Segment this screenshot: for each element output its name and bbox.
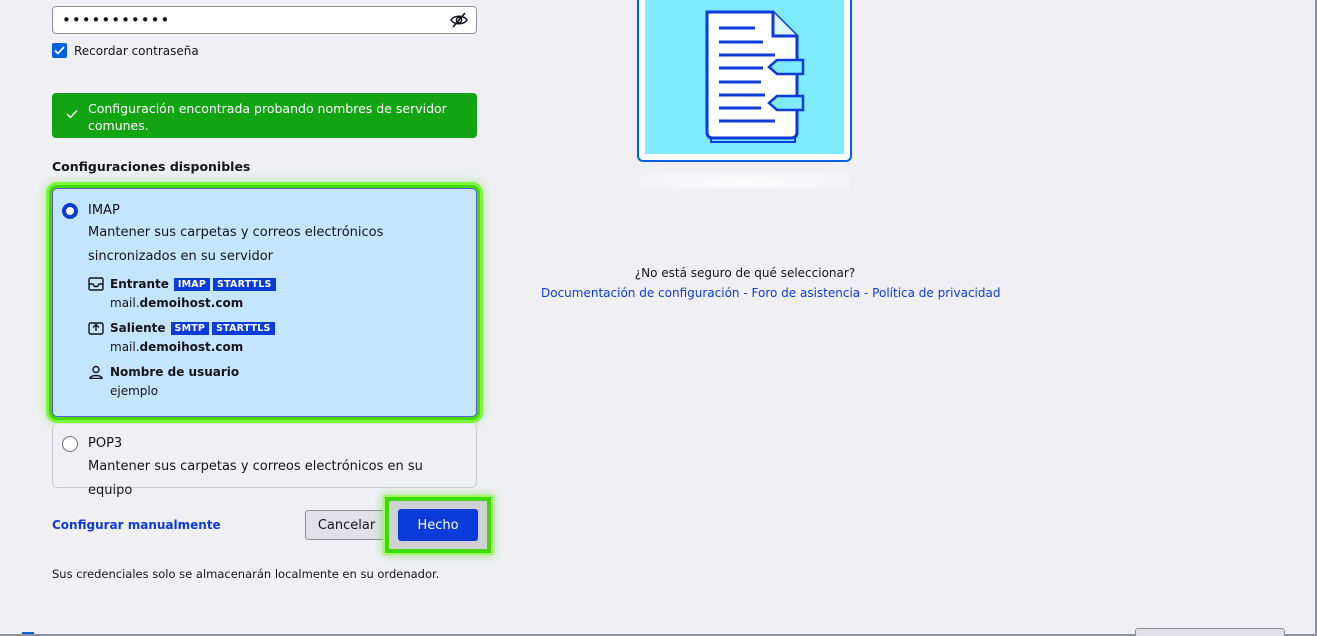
password-field[interactable]: ••••••••••• xyxy=(52,6,477,34)
done-button[interactable]: Hecho xyxy=(398,509,478,541)
outgoing-protocol-tag: SMTP xyxy=(170,321,210,335)
pop3-title: POP3 xyxy=(88,436,123,451)
remember-password-label: Recordar contraseña xyxy=(74,43,199,58)
username-value: ejemplo xyxy=(110,384,159,398)
success-message: Configuración encontrada probando nombre… xyxy=(88,101,447,133)
pop3-description: Mantener sus carpetas y correos electrón… xyxy=(88,459,423,498)
cancel-button[interactable]: Cancelar xyxy=(305,510,388,540)
incoming-security-tag: STARTTLS xyxy=(213,277,276,291)
imap-description: Mantener sus carpetas y correos electrón… xyxy=(88,225,384,264)
privacy-policy-link[interactable]: Política de privacidad xyxy=(872,286,1000,300)
username-label: Nombre de usuario xyxy=(110,365,240,379)
check-icon xyxy=(66,110,78,119)
imap-config-option[interactable]: IMAP Mantener sus carpetas y correos ele… xyxy=(52,188,477,417)
credentials-note: Sus credenciales solo se almacenarán loc… xyxy=(52,567,440,581)
support-forum-link[interactable]: Foro de asistencia xyxy=(752,286,861,300)
incoming-protocol-tag: IMAP xyxy=(173,277,211,291)
link-separator: - xyxy=(743,286,748,300)
help-links: Documentación de configuración - Foro de… xyxy=(541,286,1000,300)
document-illustration xyxy=(645,0,844,154)
setup-docs-link[interactable]: Documentación de configuración xyxy=(541,286,740,300)
outbox-icon xyxy=(88,322,104,335)
username-info: Nombre de usuario ejemplo xyxy=(88,365,239,398)
pop3-radio[interactable] xyxy=(62,436,78,452)
incoming-label: Entrante xyxy=(110,277,169,291)
partial-button[interactable] xyxy=(1135,628,1285,636)
available-configs-heading: Configuraciones disponibles xyxy=(52,159,251,174)
remember-password-checkbox[interactable] xyxy=(52,43,67,58)
outgoing-host: mail.demoihost.com xyxy=(110,340,244,354)
pop3-config-option[interactable]: POP3 Mantener sus carpetas y correos ele… xyxy=(52,424,477,498)
checkmark-icon xyxy=(54,46,65,55)
incoming-host: mail.demoihost.com xyxy=(110,296,244,310)
inbox-icon xyxy=(88,277,104,291)
done-button-highlight: Hecho xyxy=(385,497,491,553)
document-icon xyxy=(705,10,805,143)
incoming-server: Entrante IMAP STARTTLS mail.demoihost.co… xyxy=(88,277,276,310)
imap-radio[interactable] xyxy=(62,203,78,219)
illustration-shadow xyxy=(640,172,850,190)
link-separator: - xyxy=(864,286,869,300)
focus-indicator xyxy=(22,632,34,634)
illustration-frame xyxy=(637,0,852,162)
user-icon xyxy=(89,365,103,379)
outgoing-security-tag: STARTTLS xyxy=(212,321,275,335)
eye-slash-icon[interactable] xyxy=(450,12,468,28)
remember-password-row[interactable]: Recordar contraseña xyxy=(52,43,199,58)
password-value: ••••••••••• xyxy=(62,11,171,29)
imap-title: IMAP xyxy=(88,203,120,218)
outgoing-label: Saliente xyxy=(110,321,166,335)
outgoing-server: Saliente SMTP STARTTLS mail.demoihost.co… xyxy=(88,321,275,354)
success-banner: Configuración encontrada probando nombre… xyxy=(52,93,477,138)
configure-manually-link[interactable]: Configurar manualmente xyxy=(52,518,221,532)
help-question: ¿No está seguro de qué seleccionar? xyxy=(634,266,856,280)
